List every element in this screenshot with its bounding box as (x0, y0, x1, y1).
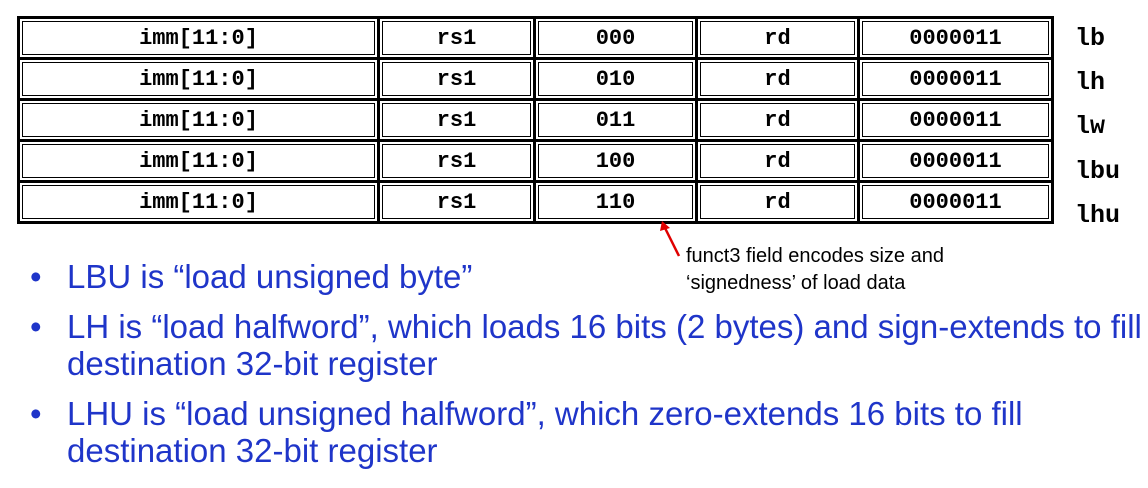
rd-field: rd (695, 16, 860, 60)
table-row: imm[11:0] rs1 010 rd 0000011 (17, 57, 1054, 101)
red-arrow-icon (660, 221, 681, 257)
funct3-field: 011 (533, 98, 698, 142)
imm-field: imm[11:0] (17, 180, 380, 224)
imm-field: imm[11:0] (17, 98, 380, 142)
bullet-lhu: LHU is “load unsigned halfword”, which z… (30, 395, 1148, 469)
rd-field: rd (695, 98, 860, 142)
bullet-lh: LH is “load halfword”, which loads 16 bi… (30, 308, 1148, 382)
funct3-field: 100 (533, 139, 698, 183)
rd-field: rd (695, 139, 860, 183)
rd-field: rd (695, 57, 860, 101)
opcode-field: 0000011 (857, 98, 1054, 142)
table-row: imm[11:0] rs1 100 rd 0000011 (17, 139, 1054, 183)
funct3-field: 110 (533, 180, 698, 224)
table-row: imm[11:0] rs1 000 rd 0000011 (17, 16, 1054, 60)
mnemonic-lh: lh (1075, 68, 1106, 97)
mnemonic-lhu: lhu (1075, 201, 1121, 230)
table-row: imm[11:0] rs1 011 rd 0000011 (17, 98, 1054, 142)
mnemonic-lbu: lbu (1075, 157, 1121, 186)
opcode-field: 0000011 (857, 180, 1054, 224)
rs1-field: rs1 (377, 98, 536, 142)
opcode-field: 0000011 (857, 139, 1054, 183)
funct3-field: 010 (533, 57, 698, 101)
rs1-field: rs1 (377, 139, 536, 183)
opcode-field: 0000011 (857, 16, 1054, 60)
rs1-field: rs1 (377, 16, 536, 60)
imm-field: imm[11:0] (17, 16, 380, 60)
funct3-field: 000 (533, 16, 698, 60)
bullet-lbu: LBU is “load unsigned byte” (30, 258, 1148, 295)
imm-field: imm[11:0] (17, 139, 380, 183)
table-row: imm[11:0] rs1 110 rd 0000011 (17, 180, 1054, 224)
mnemonic-lb: lb (1075, 24, 1106, 53)
imm-field: imm[11:0] (17, 57, 380, 101)
rd-field: rd (695, 180, 860, 224)
opcode-field: 0000011 (857, 57, 1054, 101)
load-encoding-table: imm[11:0] rs1 000 rd 0000011 imm[11:0] r… (17, 16, 1054, 224)
rs1-field: rs1 (377, 180, 536, 224)
rs1-field: rs1 (377, 57, 536, 101)
mnemonic-lw: lw (1075, 112, 1106, 141)
bullet-list: LBU is “load unsigned byte” LH is “load … (30, 258, 1148, 482)
